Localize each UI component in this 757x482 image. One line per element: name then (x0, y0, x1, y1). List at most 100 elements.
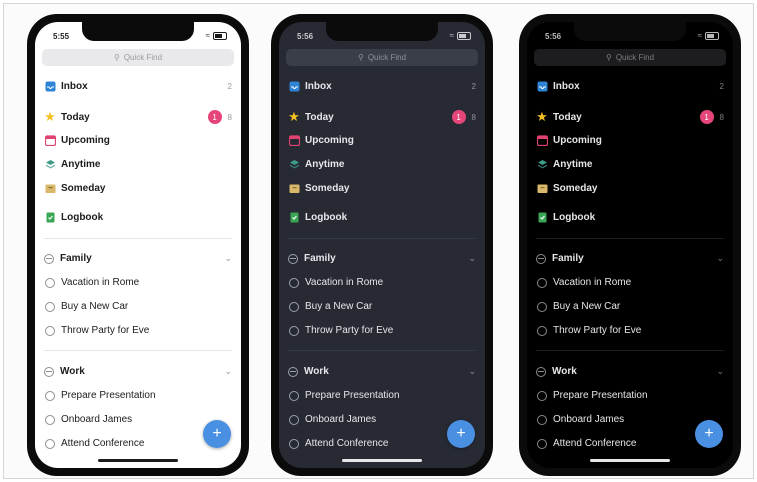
list-count: 2 (719, 81, 724, 91)
project-item[interactable]: Onboard James (44, 414, 232, 425)
chevron-down-icon[interactable]: ⌄ (716, 253, 724, 264)
area-header-family[interactable]: Family ⌄ (288, 253, 476, 264)
list-item-today[interactable]: ★ Today 1 8 (536, 110, 724, 124)
list-label: Upcoming (61, 134, 110, 146)
list-item-someday[interactable]: Someday (536, 182, 724, 194)
area-icon (44, 366, 54, 377)
list-item-logbook[interactable]: Logbook (44, 211, 232, 223)
project-item[interactable]: Throw Party for Eve (44, 325, 232, 336)
project-item[interactable]: Throw Party for Eve (536, 325, 724, 336)
list-label: Someday (553, 182, 598, 194)
quick-find-search[interactable]: ⚲ Quick Find (534, 49, 726, 66)
chevron-down-icon[interactable]: ⌄ (468, 366, 476, 377)
quick-find-search[interactable]: ⚲ Quick Find (42, 49, 234, 66)
notch (326, 22, 438, 41)
list-item-anytime[interactable]: Anytime (536, 158, 724, 170)
list-label: Logbook (553, 211, 596, 223)
project-progress-icon (537, 325, 547, 336)
area-header-family[interactable]: Family ⌄ (536, 253, 724, 264)
search-placeholder: Quick Find (123, 53, 163, 62)
today-badge: 1 (451, 110, 466, 124)
today-badge: 1 (207, 110, 222, 124)
wifi-icon: ≈ (205, 31, 211, 40)
area-icon (536, 253, 546, 264)
project-item[interactable]: Throw Party for Eve (288, 325, 476, 336)
list-item-upcoming[interactable]: Upcoming (536, 134, 724, 146)
add-button[interactable]: + (203, 420, 231, 448)
list-item-today[interactable]: ★ Today 1 8 (288, 110, 476, 124)
star-icon: ★ (44, 109, 56, 124)
chevron-down-icon[interactable]: ⌄ (224, 366, 232, 377)
project-progress-icon (289, 438, 299, 449)
area-header-work[interactable]: Work ⌄ (288, 366, 476, 377)
project-item[interactable]: Vacation in Rome (288, 277, 476, 288)
chevron-down-icon[interactable]: ⌄ (716, 366, 724, 377)
project-item[interactable]: Vacation in Rome (536, 277, 724, 288)
project-label: Throw Party for Eve (553, 325, 642, 336)
project-progress-icon (45, 325, 55, 336)
project-item[interactable]: Buy a New Car (288, 301, 476, 312)
project-progress-icon (45, 277, 55, 288)
project-item[interactable]: Buy a New Car (536, 301, 724, 312)
list-label: Someday (61, 182, 106, 194)
list-item-logbook[interactable]: Logbook (288, 211, 476, 223)
area-header-work[interactable]: Work ⌄ (536, 366, 724, 377)
project-item[interactable]: Onboard James (536, 414, 724, 425)
list-label: Anytime (553, 158, 593, 170)
area-header-family[interactable]: Family ⌄ (44, 253, 232, 264)
add-button[interactable]: + (695, 420, 723, 448)
list-item-anytime[interactable]: Anytime (288, 158, 476, 170)
area-icon (44, 253, 54, 264)
area-label: Family (60, 253, 92, 264)
status-icons: ≈ (450, 31, 471, 40)
list-label: Anytime (61, 158, 101, 170)
status-icons: ≈ (698, 31, 719, 40)
project-progress-icon (289, 390, 299, 401)
list-item-someday[interactable]: Someday (44, 182, 232, 194)
app-screen: 5:55 ≈ ⚲ Quick Find Inbox 2 ★ Today 1 8 Upcom… (35, 22, 241, 468)
project-item[interactable]: Prepare Presentation (536, 390, 724, 401)
battery-icon (213, 31, 227, 40)
chevron-down-icon[interactable]: ⌄ (468, 253, 476, 264)
list-item-logbook[interactable]: Logbook (536, 211, 724, 223)
archive-box-icon (536, 182, 548, 194)
search-icon: ⚲ (605, 53, 612, 62)
project-label: Onboard James (61, 414, 133, 425)
list-count: 8 (227, 112, 232, 122)
list-item-upcoming[interactable]: Upcoming (288, 134, 476, 146)
phone-black: 5:56 ≈ ⚲ Quick Find Inbox 2 ★ Today 1 8 Upcom… (519, 14, 741, 476)
area-header-work[interactable]: Work ⌄ (44, 366, 232, 377)
list-item-inbox[interactable]: Inbox 2 (44, 80, 232, 92)
list-item-inbox[interactable]: Inbox 2 (536, 80, 724, 92)
chevron-down-icon[interactable]: ⌄ (224, 253, 232, 264)
list-item-someday[interactable]: Someday (288, 182, 476, 194)
project-item[interactable]: Vacation in Rome (44, 277, 232, 288)
status-time: 5:56 (545, 32, 562, 41)
add-button[interactable]: + (447, 420, 475, 448)
project-progress-icon (45, 301, 55, 312)
project-item[interactable]: Buy a New Car (44, 301, 232, 312)
list-item-upcoming[interactable]: Upcoming (44, 134, 232, 146)
archive-box-icon (44, 182, 56, 194)
list-item-today[interactable]: ★ Today 1 8 (44, 110, 232, 124)
project-item[interactable]: Onboard James (288, 414, 476, 425)
project-progress-icon (45, 414, 55, 425)
list-label: Logbook (61, 211, 104, 223)
project-progress-icon (537, 390, 547, 401)
project-item[interactable]: Prepare Presentation (288, 390, 476, 401)
list-item-anytime[interactable]: Anytime (44, 158, 232, 170)
notch (574, 22, 686, 41)
list-item-inbox[interactable]: Inbox 2 (288, 80, 476, 92)
inbox-icon (288, 80, 300, 92)
project-item[interactable]: Prepare Presentation (44, 390, 232, 401)
list-count: 2 (227, 81, 232, 91)
divider (44, 238, 232, 239)
project-label: Vacation in Rome (61, 277, 140, 288)
status-time: 5:55 (53, 32, 70, 41)
project-label: Prepare Presentation (61, 390, 156, 401)
project-progress-icon (289, 414, 299, 425)
app-screen: 5:56 ≈ ⚲ Quick Find Inbox 2 ★ Today 1 8 Upcom… (527, 22, 733, 468)
quick-find-search[interactable]: ⚲ Quick Find (286, 49, 478, 66)
layers-icon (536, 158, 548, 170)
area-icon (536, 366, 546, 377)
